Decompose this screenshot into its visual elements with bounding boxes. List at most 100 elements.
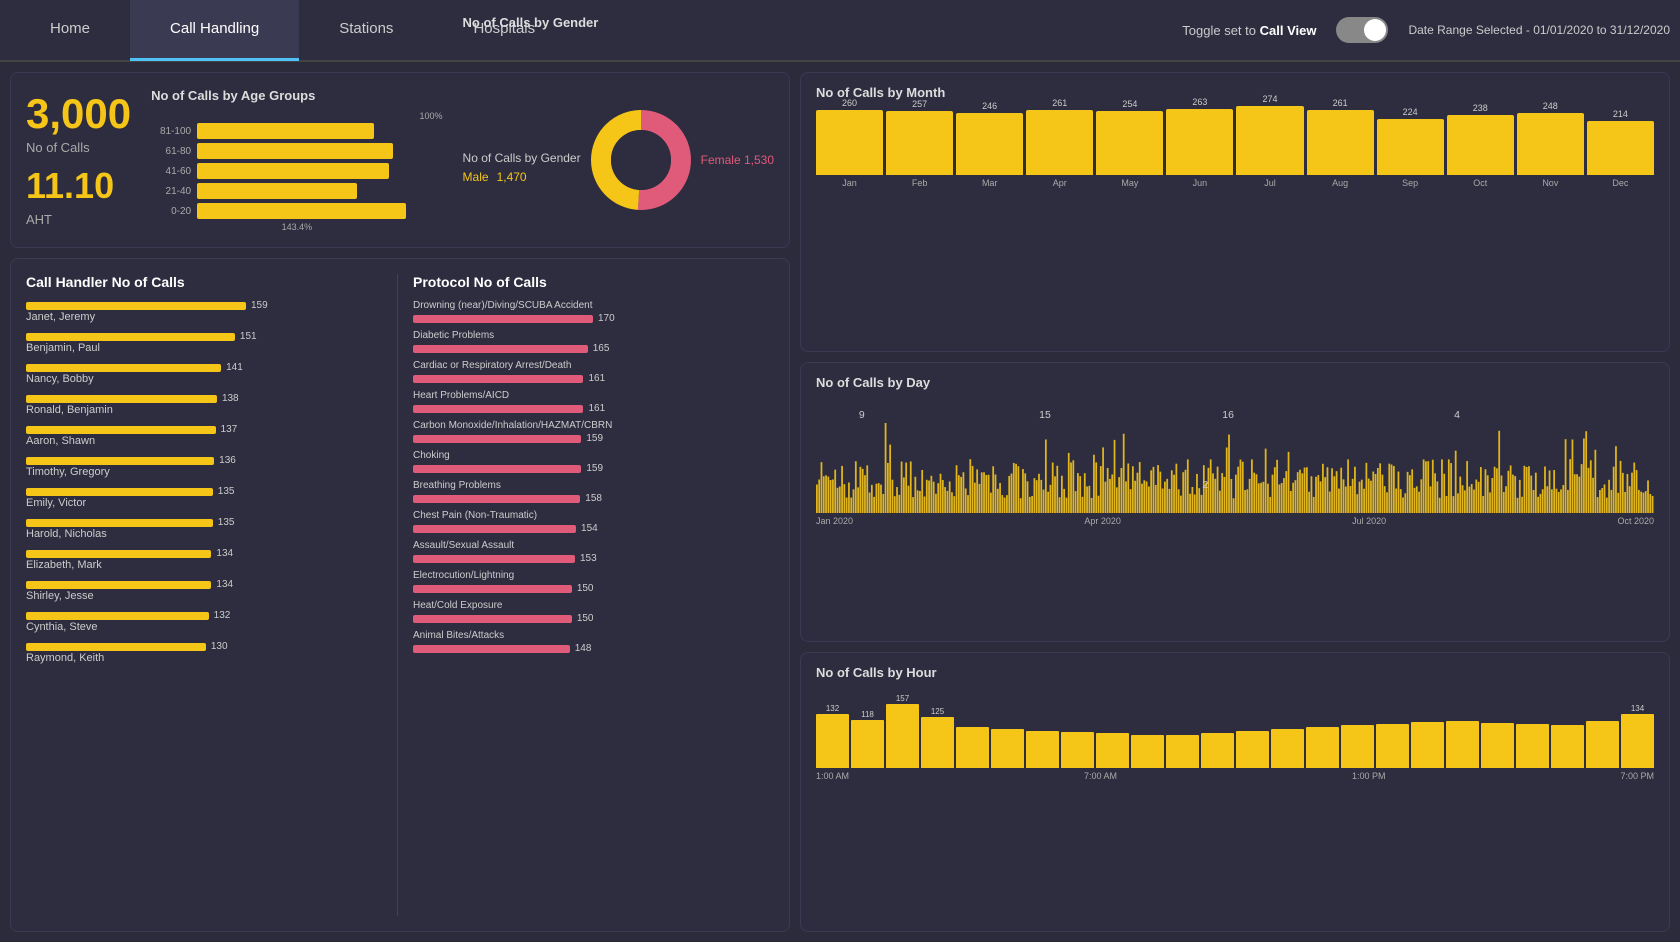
protocol-value: 158 (585, 493, 602, 504)
protocol-value: 154 (581, 523, 598, 534)
hour-bar-rect (1621, 714, 1654, 768)
month-bar-rect (1307, 110, 1374, 175)
hour-bar-value: 134 (1631, 704, 1644, 713)
handler-name: Aaron, Shawn (26, 435, 387, 447)
hour-bar-rect (1061, 732, 1094, 768)
protocol-bar-rect (413, 465, 581, 473)
handler-row: 141 Nancy, Bobby (26, 362, 387, 385)
protocol-row: Electrocution/Lightning 150 (413, 570, 774, 594)
hour-bar-col (1026, 719, 1059, 768)
age-bar-rect (197, 123, 374, 139)
male-value: 1,470 (497, 170, 527, 184)
top-navigation: Home Call Handling Stations Hospitals To… (0, 0, 1680, 62)
handler-bar-wrap: 135 (26, 517, 387, 528)
protocol-bar-rect (413, 645, 570, 653)
handler-bar-wrap: 134 (26, 548, 387, 559)
protocol-row: Drowning (near)/Diving/SCUBA Accident 17… (413, 300, 774, 324)
hour-bar-rect (1096, 733, 1129, 768)
handler-name: Elizabeth, Mark (26, 559, 387, 571)
handler-value: 141 (226, 362, 243, 373)
month-bar-label: Nov (1542, 178, 1558, 188)
bottom-left-card: Call Handler No of Calls 159 Janet, Jere… (10, 258, 790, 932)
month-bar-value: 261 (1333, 98, 1348, 108)
handler-row: 130 Raymond, Keith (26, 641, 387, 664)
month-bar-label: May (1121, 178, 1138, 188)
hour-bar-col (1551, 713, 1584, 768)
protocol-bar-wrap: 148 (413, 643, 774, 654)
age-groups-chart: No of Calls by Age Groups 100% 81-100 61… (151, 88, 442, 232)
protocol-name: Assault/Sexual Assault (413, 540, 774, 551)
handler-value: 135 (218, 486, 235, 497)
handler-bar-wrap: 132 (26, 610, 387, 621)
protocol-value: 170 (598, 313, 615, 324)
month-bar-rect (1096, 111, 1163, 175)
protocol-row: Heat/Cold Exposure 150 (413, 600, 774, 624)
hour-bar-rect (991, 729, 1024, 768)
month-bar-col: 263 Jun (1166, 97, 1233, 188)
hour-bar-rect (1341, 725, 1374, 768)
tab-home[interactable]: Home (10, 0, 130, 61)
hour-axis-7am: 7:00 AM (1084, 771, 1117, 781)
protocol-bar-wrap: 170 (413, 313, 774, 324)
calls-value: 3,000 (26, 93, 131, 135)
hour-bar-col (1516, 712, 1549, 768)
tab-call-handling[interactable]: Call Handling (130, 0, 299, 61)
calls-by-month-title: No of Calls by Month (816, 85, 1654, 100)
hour-bar-col (1131, 723, 1164, 768)
svg-text:9: 9 (859, 410, 865, 421)
month-bar-value: 224 (1403, 107, 1418, 117)
protocol-bar-rect (413, 585, 572, 593)
hour-bar-rect (1376, 724, 1409, 768)
handler-name: Harold, Nicholas (26, 528, 387, 540)
handler-bar-rect (26, 302, 246, 310)
handler-bar-rect (26, 395, 217, 403)
hour-bar-col (1306, 715, 1339, 768)
svg-text:2: 2 (1202, 480, 1208, 491)
protocol-name: Choking (413, 450, 774, 461)
protocol-bar-rect (413, 345, 588, 353)
handler-bar-rect (26, 519, 213, 527)
month-bar-value: 248 (1543, 101, 1558, 111)
month-bar-value: 274 (1262, 94, 1277, 104)
hour-bar-col (1341, 713, 1374, 768)
handler-value: 134 (216, 579, 233, 590)
calls-by-hour-title: No of Calls by Hour (816, 665, 1654, 680)
aht-label: AHT (26, 212, 131, 227)
month-bar-rect (956, 113, 1023, 175)
handler-value: 138 (222, 393, 239, 404)
handler-name: Emily, Victor (26, 497, 387, 509)
tab-stations[interactable]: Stations (299, 0, 433, 61)
month-bar-value: 214 (1613, 109, 1628, 119)
tab-hospitals[interactable]: Hospitals (433, 0, 575, 61)
month-bar-value: 254 (1122, 99, 1137, 109)
nav-right: Toggle set to Call View Date Range Selec… (1182, 17, 1670, 43)
hour-axis-labels: 1:00 AM 7:00 AM 1:00 PM 7:00 PM (816, 771, 1654, 781)
month-bar-rect (886, 111, 953, 175)
protocol-row: Heart Problems/AICD 161 (413, 390, 774, 414)
protocol-bar-wrap: 165 (413, 343, 774, 354)
hour-bar-col (1166, 723, 1199, 768)
handler-name: Cynthia, Steve (26, 621, 387, 633)
protocol-bar-rect (413, 555, 575, 563)
protocol-row: Animal Bites/Attacks 148 (413, 630, 774, 654)
hour-bar-rect (1201, 733, 1234, 768)
handler-bar-wrap: 138 (26, 393, 387, 404)
age-pct-max: 100% (151, 111, 442, 121)
handler-value: 130 (211, 641, 228, 652)
handler-bar-rect (26, 333, 235, 341)
age-bar-rect (197, 183, 357, 199)
call-view-toggle[interactable] (1336, 17, 1388, 43)
calls-by-day-title: No of Calls by Day (816, 375, 1654, 390)
age-bar-rect (197, 143, 393, 159)
handler-value: 134 (216, 548, 233, 559)
protocol-row: Diabetic Problems 165 (413, 330, 774, 354)
date-range-label: Date Range Selected - 01/01/2020 to 31/1… (1408, 23, 1670, 37)
hour-bar-rect (1481, 723, 1514, 768)
hour-bar-rect (1411, 722, 1444, 768)
gender-section: No of Calls by Gender No of Calls by Gen… (463, 88, 774, 232)
age-bar-rect (197, 203, 406, 219)
handler-name: Timothy, Gregory (26, 466, 387, 478)
age-bar-wrap (197, 143, 442, 159)
toggle-label: Toggle set to Call View (1182, 23, 1316, 38)
calls-by-day-card: No of Calls by Day 9151642 Jan 2020 Apr … (800, 362, 1670, 642)
